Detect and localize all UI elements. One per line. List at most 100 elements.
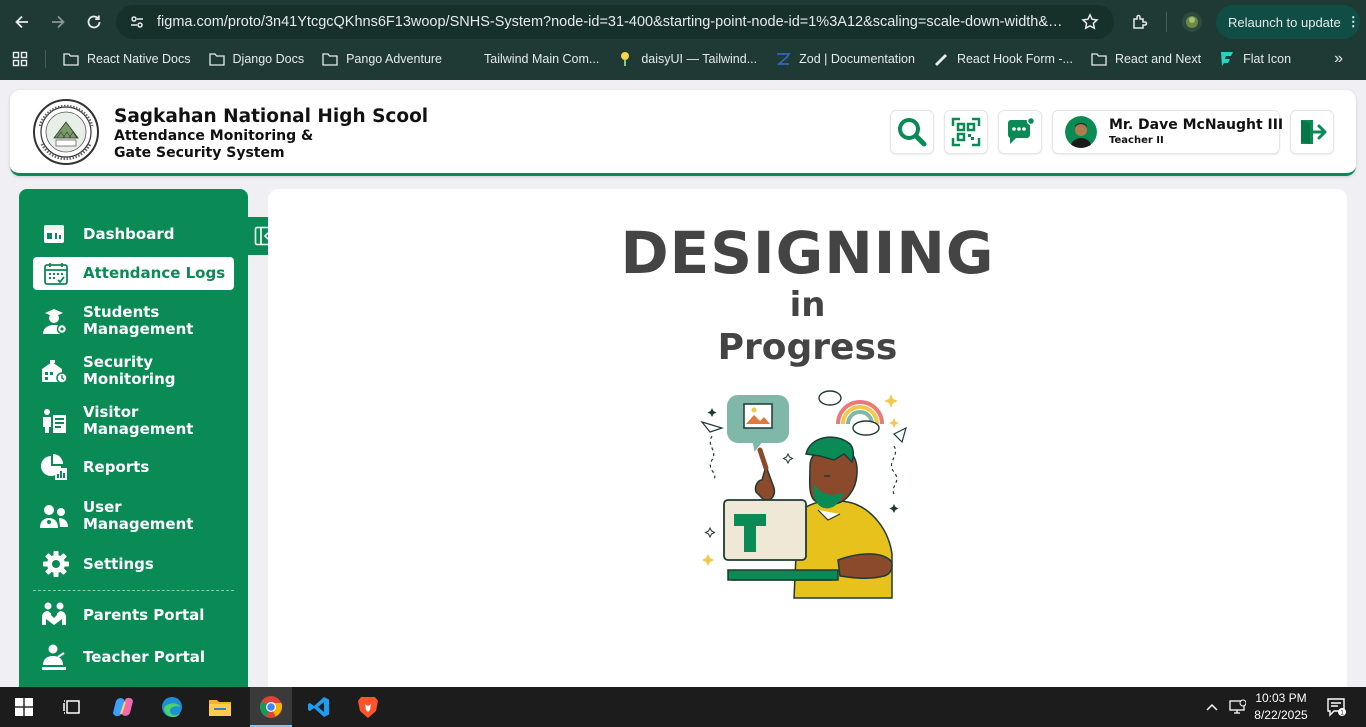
sidebar-item-teacher-portal[interactable]: Teacher Portal [33, 641, 234, 673]
more-menu-icon[interactable]: ⋮ [1347, 14, 1360, 30]
edge-browser-button[interactable] [156, 691, 188, 723]
forward-button[interactable] [46, 10, 70, 34]
system-clock[interactable]: 10:03 PM 8/22/2025 [1250, 690, 1312, 724]
bookmarks-bar: React Native Docs Django Docs Pango Advent… [0, 45, 1366, 73]
address-bar[interactable]: figma.com/proto/3n41YtcgcQKhns6F13woop/S… [116, 5, 1114, 39]
users-icon [39, 501, 69, 531]
bookmark-item[interactable]: Zod | Documentation [766, 45, 924, 73]
qr-scan-button[interactable] [944, 110, 988, 154]
sidebar-item-label: Dashboard [83, 224, 175, 243]
profile-avatar[interactable] [1180, 10, 1204, 34]
teacher-icon [39, 642, 69, 672]
network-status-button[interactable] [1224, 691, 1250, 723]
app-header: Sagkahan National High Scool Attendance … [10, 90, 1356, 176]
logout-button[interactable] [1290, 110, 1334, 154]
brave-browser-button[interactable] [352, 691, 384, 723]
apps-button[interactable] [0, 45, 37, 73]
bookmark-label: React Native Docs [87, 52, 191, 66]
show-hidden-icons-button[interactable] [1200, 691, 1224, 723]
windows-start-button[interactable] [8, 691, 40, 723]
copilot-icon [113, 697, 133, 717]
task-view-button[interactable] [56, 691, 88, 723]
vscode-button[interactable] [303, 691, 335, 723]
school-title-block: Sagkahan National High Scool Attendance … [114, 106, 428, 162]
back-button[interactable] [10, 10, 34, 34]
sidebar-item-label: Parents Portal [83, 605, 205, 624]
url-text[interactable]: figma.com/proto/3n41YtcgcQKhns6F13woop/S… [157, 14, 1078, 30]
sidebar-item-security-monitoring[interactable]: Security Monitoring [33, 351, 234, 391]
messages-button[interactable] [998, 110, 1042, 154]
zod-icon [775, 51, 791, 67]
visitor-icon [39, 406, 69, 436]
chrome-button[interactable] [255, 691, 287, 723]
notifications-button[interactable]: 1 [1320, 691, 1352, 723]
relaunch-label: Relaunch to update [1228, 14, 1341, 30]
bookmark-item[interactable]: Flat Icon [1210, 45, 1300, 73]
school-name: Sagkahan National High Scool [114, 106, 429, 127]
rhf-icon [933, 51, 949, 67]
logout-icon [1301, 120, 1327, 144]
reload-button[interactable] [82, 10, 106, 34]
search-button[interactable] [890, 110, 934, 154]
bookmark-item[interactable]: React and Next [1082, 45, 1210, 73]
bookmark-star-icon[interactable] [1078, 10, 1102, 34]
bookmark-item[interactable]: daisyUI — Tailwind... [608, 45, 766, 73]
extensions-button[interactable] [1128, 10, 1152, 34]
system-subtitle-line1: Attendance Monitoring & [114, 128, 314, 144]
sidebar-item-parents-portal[interactable]: Parents Portal [33, 599, 234, 631]
sidebar-item-visitor-management[interactable]: Visitor Management [33, 401, 234, 441]
qr-code-icon [951, 117, 981, 147]
profile-icon [1182, 12, 1202, 32]
bookmark-item[interactable]: React Native Docs [54, 45, 200, 73]
site-info-icon[interactable] [126, 11, 148, 33]
taskbar: 10:03 PM 8/22/2025 1 [0, 687, 1366, 727]
avatar [1065, 116, 1097, 148]
security-icon [39, 356, 69, 386]
edge-icon [162, 697, 182, 718]
chevron-up-icon [1206, 703, 1218, 711]
relaunch-button[interactable]: Relaunch to update ⋮ [1216, 5, 1360, 39]
copilot-button[interactable] [107, 691, 139, 723]
clock-date: 8/22/2025 [1254, 708, 1308, 722]
bookmark-item[interactable]: Tailwind Main Com... [451, 45, 608, 73]
bookmark-item[interactable]: Pango Adventure [313, 45, 451, 73]
dashboard-icon [39, 219, 69, 249]
file-explorer-button[interactable] [204, 691, 236, 723]
user-profile-card[interactable]: Mr. Dave McNaught III Teacher II [1052, 110, 1283, 154]
bookmark-item[interactable]: Django Docs [200, 45, 314, 73]
bookmark-item[interactable]: React Hook Form -... [924, 45, 1082, 73]
gear-icon [41, 549, 71, 579]
sidebar-item-label: Attendance Logs [83, 264, 226, 282]
bookmarks-separator [45, 50, 46, 68]
chrome-icon [260, 696, 283, 718]
notification-icon: 1 [1327, 698, 1346, 717]
network-icon [1229, 699, 1246, 714]
sidebar-item-students-management[interactable]: Students Management [33, 301, 234, 341]
progress-heading: Progress [717, 327, 898, 368]
search-icon [898, 118, 927, 147]
sidebar-item-user-management[interactable]: User Management [33, 496, 234, 536]
designer-illustration [698, 384, 918, 604]
chat-bubble-icon [1008, 116, 1036, 144]
bookmarks-overflow-button[interactable]: » [1325, 45, 1352, 73]
main-content: DESIGNING in Progress [268, 189, 1347, 687]
bookmark-label: React and Next [1114, 52, 1202, 66]
school-seal-logo [30, 98, 102, 166]
bookmark-label: Flat Icon [1243, 52, 1292, 66]
svg-text:1: 1 [1340, 710, 1344, 717]
folder-icon [63, 51, 79, 67]
sidebar-item-attendance-logs[interactable]: Attendance Logs [33, 257, 234, 290]
bookmark-label: daisyUI — Tailwind... [641, 52, 758, 66]
sidebar-item-reports[interactable]: Reports [33, 451, 234, 483]
sidebar-item-dashboard[interactable]: Dashboard [33, 218, 234, 250]
browser-chrome: figma.com/proto/3n41YtcgcQKhns6F13woop/S… [0, 0, 1366, 80]
puzzle-icon [1133, 14, 1148, 29]
folder-icon [208, 51, 225, 67]
parents-icon [39, 600, 69, 630]
vscode-icon [308, 697, 329, 717]
sidebar-divider [33, 590, 234, 591]
brave-icon [358, 697, 378, 718]
folder-icon [1091, 51, 1107, 67]
windows-logo-icon [15, 698, 33, 716]
sidebar-item-settings[interactable]: Settings [33, 547, 234, 581]
